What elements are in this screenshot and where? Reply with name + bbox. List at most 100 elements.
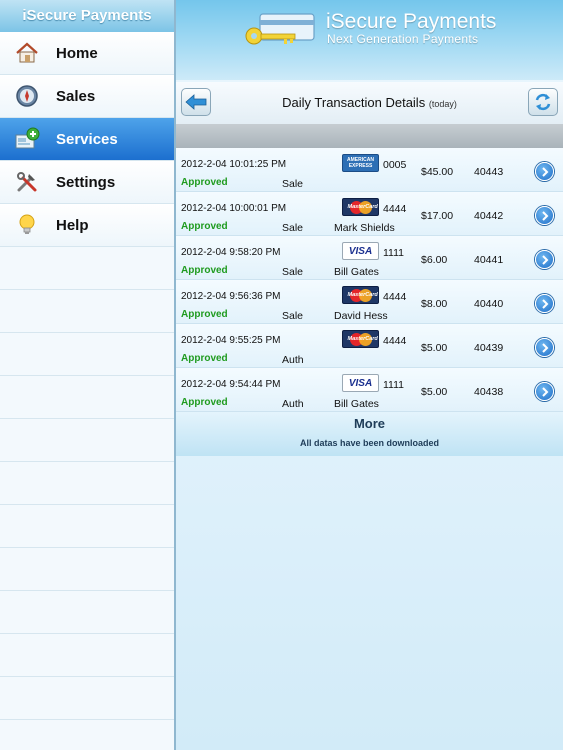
- transaction-datetime: 2012-2-04 10:00:01 PM: [181, 203, 287, 214]
- sidebar-item-sales[interactable]: Sales: [0, 75, 174, 118]
- refresh-icon: [535, 93, 551, 111]
- card-last4: 4444: [383, 203, 407, 215]
- transaction-id: 40440: [474, 298, 504, 310]
- page-title-text: Daily Transaction Details: [282, 95, 426, 110]
- sidebar-empty-row: [0, 247, 174, 290]
- transaction-id: 40443: [474, 166, 504, 178]
- transaction-type: Auth: [282, 398, 304, 410]
- transaction-status: Approved: [181, 177, 228, 188]
- mastercard-label: MasterCard: [347, 335, 378, 342]
- chevron-right-icon: [541, 386, 548, 397]
- sidebar-empty-row: [0, 505, 174, 548]
- transaction-amount: $8.00: [421, 298, 448, 310]
- sidebar-item-label: Settings: [56, 173, 116, 191]
- transaction-type: Sale: [282, 222, 304, 234]
- transaction-status: Approved: [181, 353, 228, 364]
- mastercard-icon: MasterCard: [342, 198, 379, 216]
- detail-disclosure-button[interactable]: [535, 338, 554, 357]
- sidebar-item-label: Services: [56, 130, 118, 148]
- mastercard-icon: MasterCard: [342, 330, 379, 348]
- chevron-right-icon: [541, 298, 548, 309]
- sidebar-empty-row: [0, 462, 174, 505]
- brand-title: iSecure Payments: [326, 10, 497, 33]
- amex-card-icon: AMERICAN EXPRESS: [342, 154, 379, 172]
- detail-disclosure-button[interactable]: [535, 382, 554, 401]
- lightbulb-icon: [14, 212, 40, 238]
- sidebar-item-label: Sales: [56, 87, 96, 105]
- sidebar-empty-row: [0, 677, 174, 720]
- refresh-button[interactable]: [528, 88, 558, 116]
- transaction-datetime: 2012-2-04 9:58:20 PM: [181, 247, 281, 258]
- load-more-area: More All datas have been downloaded: [176, 412, 563, 456]
- detail-disclosure-button[interactable]: [535, 162, 554, 181]
- transaction-id: 40441: [474, 254, 504, 266]
- transaction-row[interactable]: 2012-2-04 9:56:36 PM Approved Sale Maste…: [176, 280, 563, 324]
- transaction-row[interactable]: 2012-2-04 9:55:25 PM Approved Auth Maste…: [176, 324, 563, 368]
- sidebar-item-services[interactable]: Services: [0, 118, 174, 161]
- transaction-status: Approved: [181, 265, 228, 276]
- sidebar-item-label: Home: [56, 44, 98, 62]
- transaction-amount: $5.00: [421, 342, 448, 354]
- chevron-right-icon: [541, 342, 548, 353]
- card-last4: 1111: [383, 379, 405, 391]
- mastercard-icon: MasterCard: [342, 286, 379, 304]
- card-last4: 0005: [383, 159, 407, 171]
- compass-icon: [14, 83, 40, 109]
- sidebar-title: iSecure Payments: [0, 0, 174, 32]
- transaction-datetime: 2012-2-04 10:01:25 PM: [181, 159, 287, 170]
- transaction-type: Sale: [282, 310, 304, 322]
- transaction-list: 2012-2-04 10:01:25 PM Approved Sale AMER…: [176, 148, 563, 412]
- chevron-right-icon: [541, 210, 548, 221]
- transaction-amount: $45.00: [421, 166, 454, 178]
- transaction-id: 40442: [474, 210, 504, 222]
- download-status-note: All datas have been downloaded: [299, 438, 440, 448]
- mastercard-label: MasterCard: [347, 291, 378, 298]
- sidebar-empty-row: [0, 548, 174, 591]
- more-button[interactable]: More: [176, 416, 563, 431]
- sidebar-item-settings[interactable]: Settings: [0, 161, 174, 204]
- tools-icon: [14, 169, 40, 195]
- transaction-status: Approved: [181, 397, 228, 408]
- transaction-id: 40439: [474, 342, 504, 354]
- transaction-id: 40438: [474, 386, 504, 398]
- transaction-datetime: 2012-2-04 9:56:36 PM: [181, 291, 281, 302]
- chevron-right-icon: [541, 254, 548, 265]
- page-title-sub: (today): [428, 99, 457, 109]
- sidebar-empty-row: [0, 634, 174, 677]
- cardholder-name: Bill Gates: [334, 266, 379, 278]
- transaction-datetime: 2012-2-04 9:54:44 PM: [181, 379, 281, 390]
- transaction-row[interactable]: 2012-2-04 10:00:01 PM Approved Sale Mast…: [176, 192, 563, 236]
- sidebar-item-home[interactable]: Home: [0, 32, 174, 75]
- transaction-row[interactable]: 2012-2-04 9:58:20 PM Approved Sale VISA …: [176, 236, 563, 280]
- toolbar: Daily Transaction Details (today): [176, 82, 563, 125]
- cardholder-name: David Hess: [334, 310, 388, 322]
- transaction-type: Sale: [282, 266, 304, 278]
- visa-card-icon: VISA: [342, 374, 379, 392]
- card-last4: 1111: [383, 247, 405, 259]
- sidebar-empty-row: [0, 376, 174, 419]
- detail-disclosure-button[interactable]: [535, 294, 554, 313]
- services-icon: [14, 126, 40, 152]
- detail-disclosure-button[interactable]: [535, 206, 554, 225]
- transaction-amount: $5.00: [421, 386, 448, 398]
- detail-disclosure-button[interactable]: [535, 250, 554, 269]
- transaction-amount: $17.00: [421, 210, 454, 222]
- transaction-datetime: 2012-2-04 9:55:25 PM: [181, 335, 281, 346]
- transaction-type: Sale: [282, 178, 304, 190]
- cardholder-name: Mark Shields: [334, 222, 395, 234]
- cardholder-name: Bill Gates: [334, 398, 379, 410]
- transaction-row[interactable]: 2012-2-04 9:54:44 PM Approved Auth VISA …: [176, 368, 563, 412]
- sidebar-empty-row: [0, 333, 174, 376]
- main-panel: iSecure Payments Next Generation Payment…: [176, 0, 563, 750]
- sidebar-empty-row: [0, 419, 174, 462]
- transaction-row[interactable]: 2012-2-04 10:01:25 PM Approved Sale AMER…: [176, 148, 563, 192]
- section-header-bar: [176, 124, 563, 148]
- transaction-type: Auth: [282, 354, 304, 366]
- sidebar-item-help[interactable]: Help: [0, 204, 174, 247]
- card-key-icon: [245, 13, 315, 45]
- sidebar-empty-row: [0, 290, 174, 333]
- mastercard-label: MasterCard: [347, 203, 378, 210]
- transaction-status: Approved: [181, 309, 228, 320]
- page-title: Daily Transaction Details (today): [176, 95, 563, 110]
- house-icon: [14, 40, 40, 66]
